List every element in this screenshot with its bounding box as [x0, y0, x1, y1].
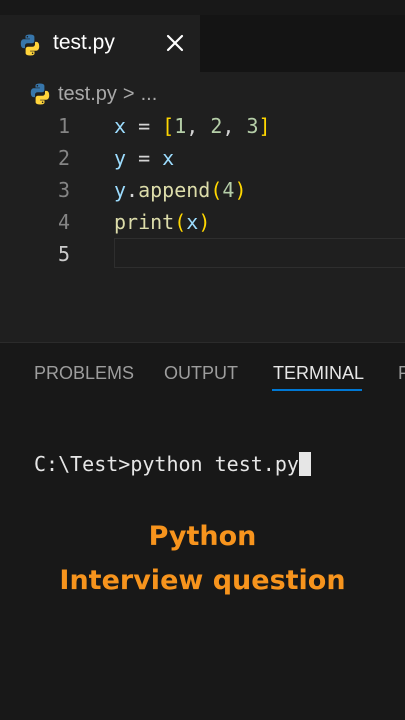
caption-line-2: Interview question	[59, 565, 346, 596]
code-line-5[interactable]: 5	[0, 238, 405, 270]
line-number: 5	[57, 242, 70, 266]
terminal-prompt[interactable]: C:\Test>python test.py	[34, 452, 311, 476]
breadcrumb-filename[interactable]: test.py	[58, 83, 117, 106]
breadcrumb-ellipsis[interactable]: ...	[141, 83, 158, 106]
tab-label: test.py	[53, 31, 115, 54]
code-line-4[interactable]: 4 print(x)	[0, 206, 405, 238]
line-number: 2	[57, 146, 70, 170]
code-text: y = x	[114, 146, 175, 170]
tab-output[interactable]: OUTPUT	[164, 363, 238, 384]
tab-ports-truncated[interactable]: P	[398, 363, 405, 384]
tab-bar-empty-area	[200, 15, 405, 72]
line-number: 1	[57, 114, 70, 138]
terminal-command: C:\Test>python test.py	[34, 452, 299, 476]
tab-bar: test.py	[0, 0, 405, 72]
line-number: 4	[57, 210, 70, 234]
code-line-2[interactable]: 2 y = x	[0, 142, 405, 174]
code-editor[interactable]: test.py > ... 1 x = [1, 2, 3] 2 y = x 3 …	[0, 72, 405, 342]
tab-test-py[interactable]: test.py	[0, 15, 200, 72]
tab-terminal[interactable]: TERMINAL	[273, 363, 364, 384]
close-icon[interactable]	[164, 32, 186, 54]
code-text: print(x)	[114, 210, 211, 234]
active-tab-indicator	[272, 389, 362, 391]
tab-problems[interactable]: PROBLEMS	[34, 363, 134, 384]
caption-line-1: Python	[148, 521, 257, 552]
breadcrumb: test.py > ...	[28, 80, 157, 108]
code-line-3[interactable]: 3 y.append(4)	[0, 174, 405, 206]
terminal-cursor	[298, 452, 311, 476]
line-number: 3	[57, 178, 70, 202]
code-line-1[interactable]: 1 x = [1, 2, 3]	[0, 110, 405, 142]
code-text: x = [1, 2, 3]	[114, 114, 271, 138]
breadcrumb-separator: >	[122, 82, 135, 105]
code-text: y.append(4)	[114, 178, 247, 202]
python-file-icon	[20, 34, 40, 56]
python-file-icon	[30, 83, 50, 105]
